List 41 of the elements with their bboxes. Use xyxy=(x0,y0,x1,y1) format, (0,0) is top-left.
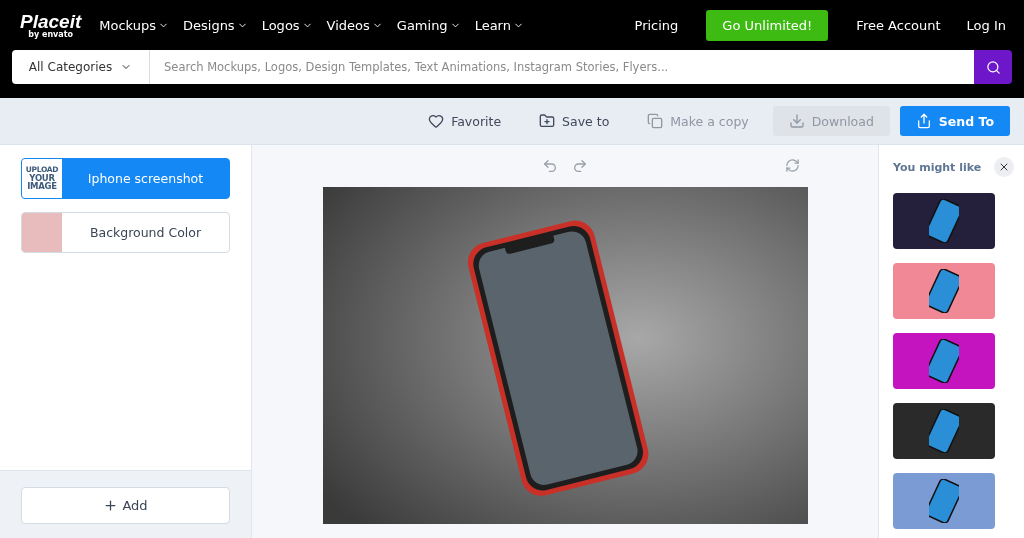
nav-menu-item[interactable]: Learn xyxy=(474,17,524,33)
save-button[interactable]: Save to xyxy=(525,106,624,136)
phone-icon xyxy=(929,479,959,523)
nav-menu-item[interactable]: Videos xyxy=(326,17,383,33)
close-button[interactable] xyxy=(994,157,1014,177)
refresh-icon[interactable] xyxy=(785,158,800,173)
nav-menu-item[interactable]: Designs xyxy=(183,17,248,33)
layer-button[interactable]: Background Color xyxy=(21,212,230,253)
folder-plus-icon xyxy=(539,113,556,129)
logo[interactable]: Placeit by envato xyxy=(20,11,82,39)
nav-link[interactable]: Log In xyxy=(960,17,1012,33)
heart-icon xyxy=(428,113,445,129)
mockup-thumbnail[interactable] xyxy=(893,473,995,529)
favorite-button[interactable]: Favorite xyxy=(414,106,516,136)
mockup-thumbnail[interactable] xyxy=(893,403,995,459)
phone-icon xyxy=(929,269,959,313)
mockup-thumbnail[interactable] xyxy=(893,333,995,389)
send-button[interactable]: Send To xyxy=(899,106,1010,136)
nav-menu-item[interactable]: Gaming xyxy=(396,17,461,33)
search-button[interactable] xyxy=(974,50,1012,84)
suggestions-title: You might like xyxy=(893,160,982,174)
phone-icon xyxy=(929,339,959,383)
mockup-thumbnail[interactable] xyxy=(893,193,995,249)
mockup-thumbnail[interactable] xyxy=(893,263,995,319)
add-button[interactable]: Add xyxy=(21,487,230,524)
copy-icon xyxy=(647,113,664,129)
redo-icon[interactable] xyxy=(572,158,588,174)
nav-link[interactable]: Pricing xyxy=(628,17,685,33)
nav-menu-item[interactable]: Mockups xyxy=(99,17,169,33)
undo-icon[interactable] xyxy=(542,158,558,174)
phone-icon xyxy=(929,409,959,453)
close-icon xyxy=(998,161,1010,173)
download-icon xyxy=(788,113,805,129)
plus-icon xyxy=(103,498,119,513)
category-dropdown[interactable]: All Categories xyxy=(12,50,150,84)
search-icon xyxy=(985,59,1001,75)
search-field[interactable]: Search Mockups, Logos, Design Templates, Text Animations, Instagram Stories, Flyers... xyxy=(150,50,974,84)
nav-link[interactable]: Free Account xyxy=(850,17,947,33)
share-icon xyxy=(915,113,932,129)
nav-menu-item[interactable]: Logos xyxy=(261,17,313,33)
phone-icon xyxy=(929,199,959,243)
